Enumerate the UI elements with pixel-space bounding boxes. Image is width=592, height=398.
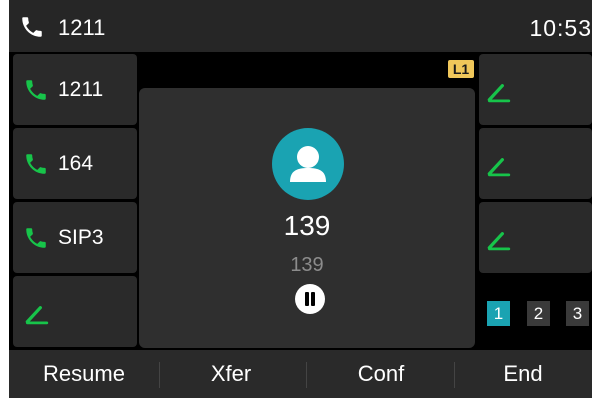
phone-icon xyxy=(26,228,46,248)
conf-button[interactable]: Conf xyxy=(306,350,456,398)
page-2-button[interactable]: 2 xyxy=(527,301,550,326)
line-key-label: 164 xyxy=(58,152,94,175)
line-key-4[interactable] xyxy=(13,276,137,347)
contact-avatar-icon xyxy=(272,128,344,200)
caller-number: 139 xyxy=(290,254,324,276)
phone-screen: 1211 10:53 1211 164 SIP3 139 139 L1 1 2 … xyxy=(9,0,592,398)
status-time: 10:53 xyxy=(529,15,592,41)
edit-icon xyxy=(25,306,49,325)
edit-icon xyxy=(487,84,511,103)
line-key-right-1[interactable] xyxy=(479,54,592,125)
page-1-button[interactable]: 1 xyxy=(487,301,510,326)
pause-icon xyxy=(295,284,325,314)
status-bar: 1211 10:53 xyxy=(9,0,592,52)
line-badge: L1 xyxy=(448,60,474,78)
status-number: 1211 xyxy=(58,15,106,40)
caller-name: 139 xyxy=(283,210,331,241)
xfer-button[interactable]: Xfer xyxy=(156,350,306,398)
line-key-label: 1211 xyxy=(58,78,104,101)
line-key-label: SIP3 xyxy=(58,226,104,249)
line-key-2[interactable]: 164 xyxy=(13,128,137,199)
line-key-right-2[interactable] xyxy=(479,128,592,199)
edit-icon xyxy=(487,158,511,177)
edit-icon xyxy=(487,232,511,251)
page-3-button[interactable]: 3 xyxy=(566,301,589,326)
end-button[interactable]: End xyxy=(454,350,592,398)
phone-icon xyxy=(26,154,46,174)
phone-icon xyxy=(26,80,46,100)
phone-icon xyxy=(22,17,42,37)
call-card: 139 139 xyxy=(139,88,475,348)
line-key-3[interactable]: SIP3 xyxy=(13,202,137,273)
line-key-right-3[interactable] xyxy=(479,202,592,273)
softkey-bar: Resume Xfer Conf End xyxy=(9,350,592,398)
resume-button[interactable]: Resume xyxy=(9,350,159,398)
line-key-1[interactable]: 1211 xyxy=(13,54,137,125)
